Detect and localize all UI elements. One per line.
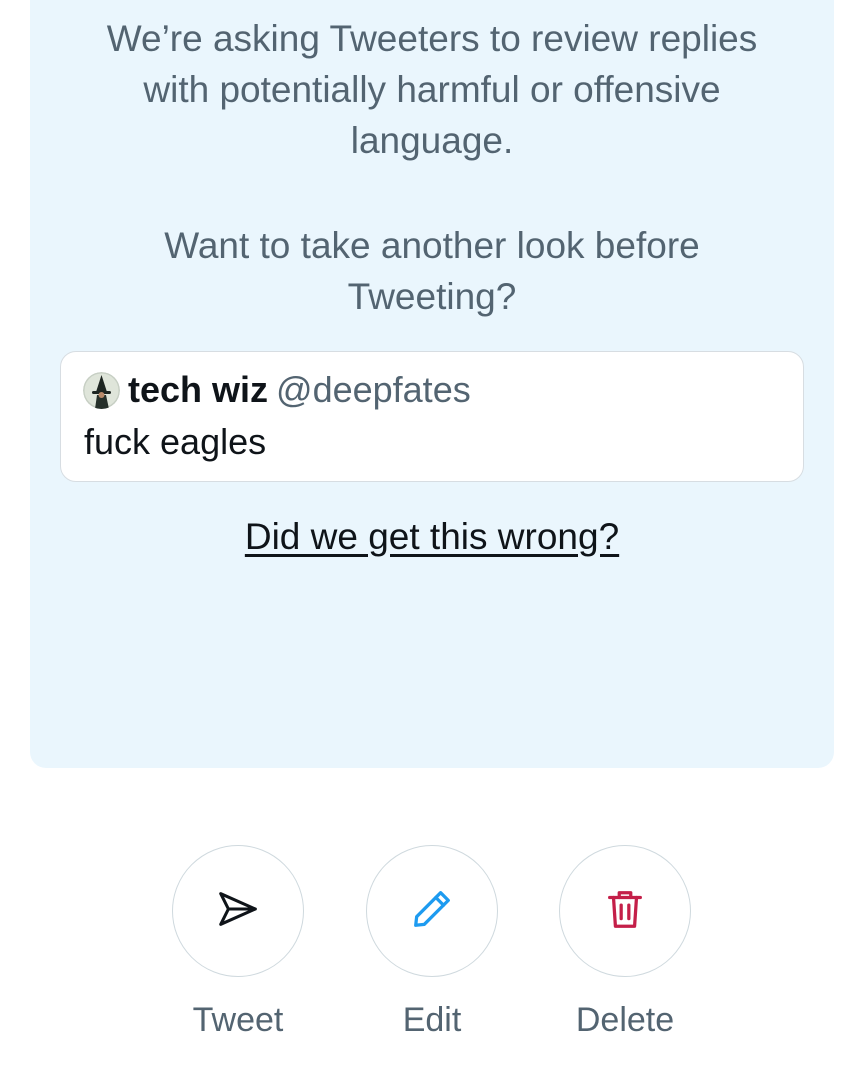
review-question-line-1: Want to take another look before xyxy=(164,225,700,266)
delete-button[interactable] xyxy=(559,845,691,977)
review-question: Want to take another look before Tweetin… xyxy=(30,220,834,322)
edit-button[interactable] xyxy=(366,845,498,977)
send-icon xyxy=(215,886,261,937)
review-notice-line-1: We’re asking Tweeters to review replies xyxy=(106,18,758,59)
tweet-action: Tweet xyxy=(158,845,318,1041)
delete-action: Delete xyxy=(545,845,705,1041)
tweet-button[interactable] xyxy=(172,845,304,977)
tweet-preview-card: tech wiz @deepfates fuck eagles xyxy=(60,351,804,482)
pencil-icon xyxy=(409,886,455,937)
tweet-author-handle: @deepfates xyxy=(276,369,471,410)
review-notice: We’re asking Tweeters to review replies … xyxy=(30,13,834,166)
trash-icon xyxy=(602,886,648,937)
tweet-button-label: Tweet xyxy=(192,1001,284,1039)
review-notice-line-2: with potentially harmful or offensive xyxy=(143,69,721,110)
tweet-text: fuck eagles xyxy=(84,421,267,462)
tweet-author-name: tech wiz xyxy=(128,369,269,410)
edit-action: Edit xyxy=(352,845,512,1041)
avatar-wizard xyxy=(83,371,120,409)
tweet-header: tech wiz @deepfates xyxy=(83,368,471,412)
did-we-get-this-wrong-link[interactable]: Did we get this wrong? xyxy=(30,512,834,562)
review-notice-line-3: language. xyxy=(350,120,514,161)
review-question-line-2: Tweeting? xyxy=(347,276,517,317)
delete-button-label: Delete xyxy=(575,1001,675,1039)
edit-button-label: Edit xyxy=(402,1001,462,1039)
